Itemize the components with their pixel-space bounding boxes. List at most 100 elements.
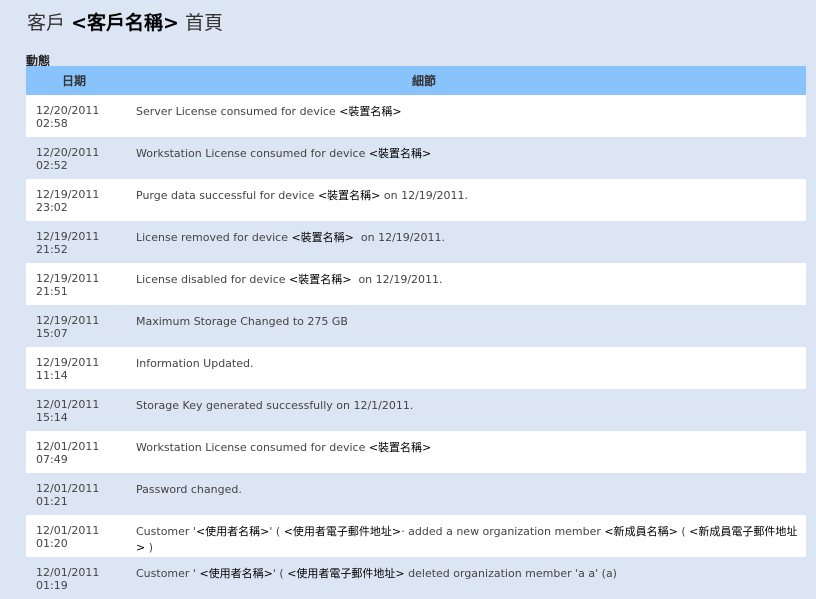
placeholder-value: <使用者電子郵件地址>: [287, 567, 405, 580]
time-text: 11:14: [36, 369, 68, 382]
row-details: Workstation License consumed for device …: [136, 440, 806, 473]
row-date: 12/01/2011 01:20: [26, 524, 136, 557]
row-date: 12/20/2011 02:52: [26, 146, 136, 179]
detail-text: ' (: [272, 567, 288, 580]
time-text: 07:49: [36, 453, 68, 466]
time-text: 01:21: [36, 495, 68, 508]
row-details: Customer ' <使用者名稱>' ( <使用者電子郵件地址> delete…: [136, 566, 806, 599]
placeholder-value: <裝置名稱>: [368, 441, 432, 454]
row-details: Workstation License consumed for device …: [136, 146, 806, 179]
placeholder-value: <新成員名稱>: [604, 525, 678, 538]
detail-text: (: [677, 525, 690, 538]
table-row: 12/19/2011 23:02 Purge data successful for…: [26, 179, 806, 221]
time-text: 21:52: [36, 243, 68, 256]
row-date: 12/01/2011 01:21: [26, 482, 136, 515]
time-text: 15:14: [36, 411, 68, 424]
placeholder-value: <使用者電子郵件地址>: [283, 525, 402, 538]
date-text: 12/01/2011: [36, 440, 100, 453]
row-details: Information Updated.: [136, 356, 806, 389]
row-details: Server License consumed for device <裝置名稱…: [136, 104, 806, 137]
placeholder-value: <裝置名稱>: [339, 105, 402, 118]
detail-text: on 12/19/2011.: [351, 273, 443, 286]
row-details: Storage Key generated successfully on 12…: [136, 398, 806, 431]
detail-text: Customer ': [136, 567, 200, 580]
row-date: 12/19/2011 21:52: [26, 230, 136, 263]
placeholder-value: <使用者名稱>: [195, 525, 270, 538]
customer-name: <客戶名稱>: [71, 12, 179, 34]
row-details: Purge data successful for device <裝置名稱> …: [136, 188, 806, 221]
date-text: 12/19/2011: [36, 272, 100, 285]
column-header-details[interactable]: 細節: [122, 72, 806, 89]
date-text: 12/19/2011: [36, 230, 100, 243]
table-row: 12/19/2011 21:51 License disabled for devi…: [26, 263, 806, 305]
time-text: 02:52: [36, 159, 68, 172]
detail-text: ' (: [269, 525, 284, 538]
detail-text: ): [145, 541, 154, 554]
date-text: 12/01/2011: [36, 398, 100, 411]
page-title: 客戶 <客戶名稱> 首頁: [27, 8, 223, 35]
row-date: 12/20/2011 02:58: [26, 104, 136, 137]
table-body: 12/20/2011 02:58 Server License consumed f…: [26, 95, 806, 599]
row-date: 12/19/2011 23:02: [26, 188, 136, 221]
detail-text: License removed for device: [136, 231, 292, 244]
title-prefix: 客戶: [27, 12, 66, 34]
detail-text: Maximum Storage Changed to 275 GB: [136, 315, 348, 328]
detail-text: Workstation License consumed for device: [136, 147, 369, 160]
table-row: 12/01/2011 01:20 Customer '<使用者名稱>' ( <使用者…: [26, 515, 806, 557]
row-details: License removed for device <裝置名稱> on 12/…: [136, 230, 806, 263]
detail-text: Information Updated.: [136, 357, 254, 370]
row-details: License disabled for device <裝置名稱> on 12…: [136, 272, 806, 305]
detail-text: Server License consumed for device: [136, 105, 340, 118]
date-text: 12/20/2011: [36, 146, 100, 159]
activity-table: 日期 細節 12/20/2011 02:58 Server License cons…: [26, 66, 806, 599]
table-row: 12/20/2011 02:58 Server License consumed f…: [26, 95, 806, 137]
date-text: 12/01/2011: [36, 566, 100, 579]
time-text: 02:58: [36, 117, 68, 130]
date-text: 12/01/2011: [36, 524, 100, 537]
date-text: 12/20/2011: [36, 104, 100, 117]
detail-text: Workstation License consumed for device: [136, 441, 369, 454]
detail-text: deleted organization member 'a a' (a): [404, 567, 617, 580]
table-row: 12/01/2011 15:14 Storage Key generated suc…: [26, 389, 806, 431]
detail-text: Password changed.: [136, 483, 242, 496]
time-text: 23:02: [36, 201, 68, 214]
table-row: 12/01/2011 07:49 Workstation License consu…: [26, 431, 806, 473]
table-row: 12/19/2011 11:14 Information Updated.: [26, 347, 806, 389]
time-text: 21:51: [36, 285, 68, 298]
date-text: 12/19/2011: [36, 188, 100, 201]
row-date: 12/01/2011 01:19: [26, 566, 136, 599]
row-date: 12/19/2011 21:51: [26, 272, 136, 305]
row-details: Password changed.: [136, 482, 806, 515]
time-text: 15:07: [36, 327, 68, 340]
placeholder-value: <使用者名稱>: [199, 567, 273, 580]
table-row: 12/20/2011 02:52 Workstation License consu…: [26, 137, 806, 179]
table-row: 12/01/2011 01:21 Password changed.: [26, 473, 806, 515]
row-details: Maximum Storage Changed to 275 GB: [136, 314, 806, 347]
title-suffix: 首頁: [184, 12, 223, 34]
row-date: 12/01/2011 15:14: [26, 398, 136, 431]
time-text: 01:20: [36, 537, 68, 550]
row-date: 12/19/2011 15:07: [26, 314, 136, 347]
detail-text: Storage Key generated successfully on 12…: [136, 399, 414, 412]
detail-text: Customer ': [136, 525, 196, 538]
placeholder-value: <裝置名稱>: [368, 147, 432, 160]
time-text: 01:19: [36, 579, 68, 592]
table-row: 12/19/2011 15:07 Maximum Storage Changed t…: [26, 305, 806, 347]
placeholder-value: <裝置名稱>: [291, 231, 354, 244]
table-row: 12/19/2011 21:52 License removed for devic…: [26, 221, 806, 263]
row-date: 12/01/2011 07:49: [26, 440, 136, 473]
detail-text: on 12/19/2011.: [353, 231, 445, 244]
placeholder-value: <裝置名稱>: [289, 273, 352, 286]
date-text: 12/01/2011: [36, 482, 100, 495]
row-details: Customer '<使用者名稱>' ( <使用者電子郵件地址>· added …: [136, 524, 806, 557]
detail-text: · added a new organization member: [401, 525, 605, 538]
date-text: 12/19/2011: [36, 314, 100, 327]
placeholder-value: <裝置名稱>: [317, 189, 381, 202]
column-header-date[interactable]: 日期: [26, 72, 122, 89]
table-header: 日期 細節: [26, 66, 806, 95]
detail-text: Purge data successful for device: [136, 189, 318, 202]
detail-text: on 12/19/2011.: [380, 189, 468, 202]
row-date: 12/19/2011 11:14: [26, 356, 136, 389]
table-row: 12/01/2011 01:19 Customer ' <使用者名稱>' ( <使用…: [26, 557, 806, 599]
detail-text: License disabled for device: [136, 273, 290, 286]
